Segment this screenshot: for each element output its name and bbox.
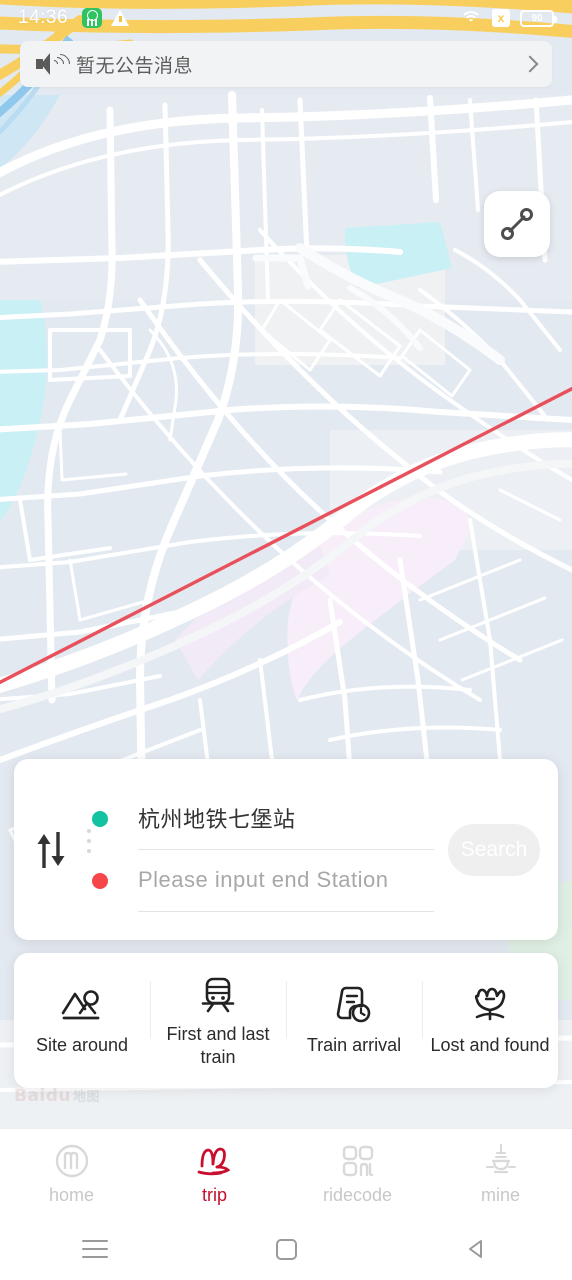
nav-item-ridecode[interactable]: ridecode — [286, 1129, 429, 1218]
bottom-navigation: home trip ridecode mine — [0, 1128, 572, 1218]
status-left-icons — [82, 8, 130, 28]
landscape-icon — [60, 984, 104, 1028]
station-fields: 杭州地铁七堡站 Please input end Station — [80, 788, 434, 912]
pagoda-icon — [482, 1141, 520, 1181]
route-search-card: 杭州地铁七堡站 Please input end Station Search — [14, 759, 558, 940]
quick-action-first-last-train[interactable]: First and last train — [150, 953, 286, 1088]
battery-icon: 90 — [520, 9, 557, 27]
nav-item-home[interactable]: home — [0, 1129, 143, 1218]
quick-action-label: Lost and found — [430, 1035, 550, 1056]
map-watermark: Baidu 地图 — [14, 1086, 101, 1106]
end-station-placeholder: Please input end Station — [138, 867, 389, 892]
triangle-back-icon — [468, 1240, 482, 1258]
qr-code-icon — [339, 1141, 377, 1181]
back-button[interactable] — [381, 1218, 572, 1280]
wifi-icon — [460, 10, 482, 27]
nav-label: trip — [201, 1185, 227, 1205]
route-path-icon — [501, 208, 533, 240]
app-screen: .rd { stroke:#ffffff; fill:none; stroke-… — [0, 0, 572, 1280]
end-station-row[interactable]: Please input end Station — [92, 850, 434, 912]
chevron-right-icon[interactable] — [521, 55, 539, 73]
quick-action-site-around[interactable]: Site around — [14, 953, 150, 1088]
swap-vertical-icon — [37, 831, 65, 868]
trip-brush-icon — [195, 1141, 235, 1181]
end-dot-icon — [92, 872, 108, 889]
recents-button[interactable] — [0, 1218, 191, 1280]
end-station-input[interactable]: Please input end Station — [138, 850, 434, 912]
announcement-bar[interactable]: 暂无公告消息 — [20, 41, 552, 87]
fields-connector-dots — [87, 828, 91, 853]
nav-label: home — [48, 1185, 95, 1205]
start-dot-icon — [92, 810, 108, 827]
start-station-value: 杭州地铁七堡站 — [138, 808, 296, 833]
announcement-text: 暂无公告消息 — [76, 54, 194, 77]
tulip-flower-icon — [470, 984, 510, 1028]
route-path-button[interactable] — [484, 191, 550, 257]
warning-triangle-icon — [111, 10, 130, 26]
quick-action-train-arrival[interactable]: Train arrival — [286, 953, 422, 1088]
menu-lines-icon — [82, 1240, 109, 1258]
square-icon — [275, 1238, 297, 1260]
document-clock-icon — [334, 984, 374, 1028]
green-app-icon — [82, 8, 103, 28]
quick-action-lost-and-found[interactable]: Lost and found — [422, 953, 558, 1088]
nav-label: ridecode — [322, 1185, 393, 1205]
start-station-row[interactable]: 杭州地铁七堡站 — [92, 788, 434, 850]
sim-x-icon: x — [492, 9, 510, 27]
quick-actions-card: Site around First and last train Train a… — [14, 953, 558, 1088]
quick-action-label: Train arrival — [306, 1035, 402, 1056]
status-bar: 14:36 x 90 — [0, 0, 572, 36]
quick-action-label: First and last train — [166, 1024, 270, 1067]
android-system-nav — [0, 1218, 572, 1280]
nav-label: mine — [480, 1185, 520, 1205]
start-station-input[interactable]: 杭州地铁七堡站 — [138, 788, 434, 850]
status-time: 14:36 — [18, 7, 69, 28]
home-button[interactable] — [191, 1218, 382, 1280]
train-front-icon — [198, 973, 238, 1017]
nav-item-trip[interactable]: trip — [143, 1129, 286, 1218]
status-right-icons: x 90 — [460, 9, 557, 27]
speaker-icon — [36, 49, 75, 79]
search-button[interactable]: Search — [448, 823, 540, 876]
swap-stations-button[interactable] — [22, 821, 80, 879]
quick-action-label: Site around — [35, 1035, 129, 1056]
metro-logo-icon — [53, 1141, 91, 1181]
nav-item-mine[interactable]: mine — [429, 1129, 572, 1218]
